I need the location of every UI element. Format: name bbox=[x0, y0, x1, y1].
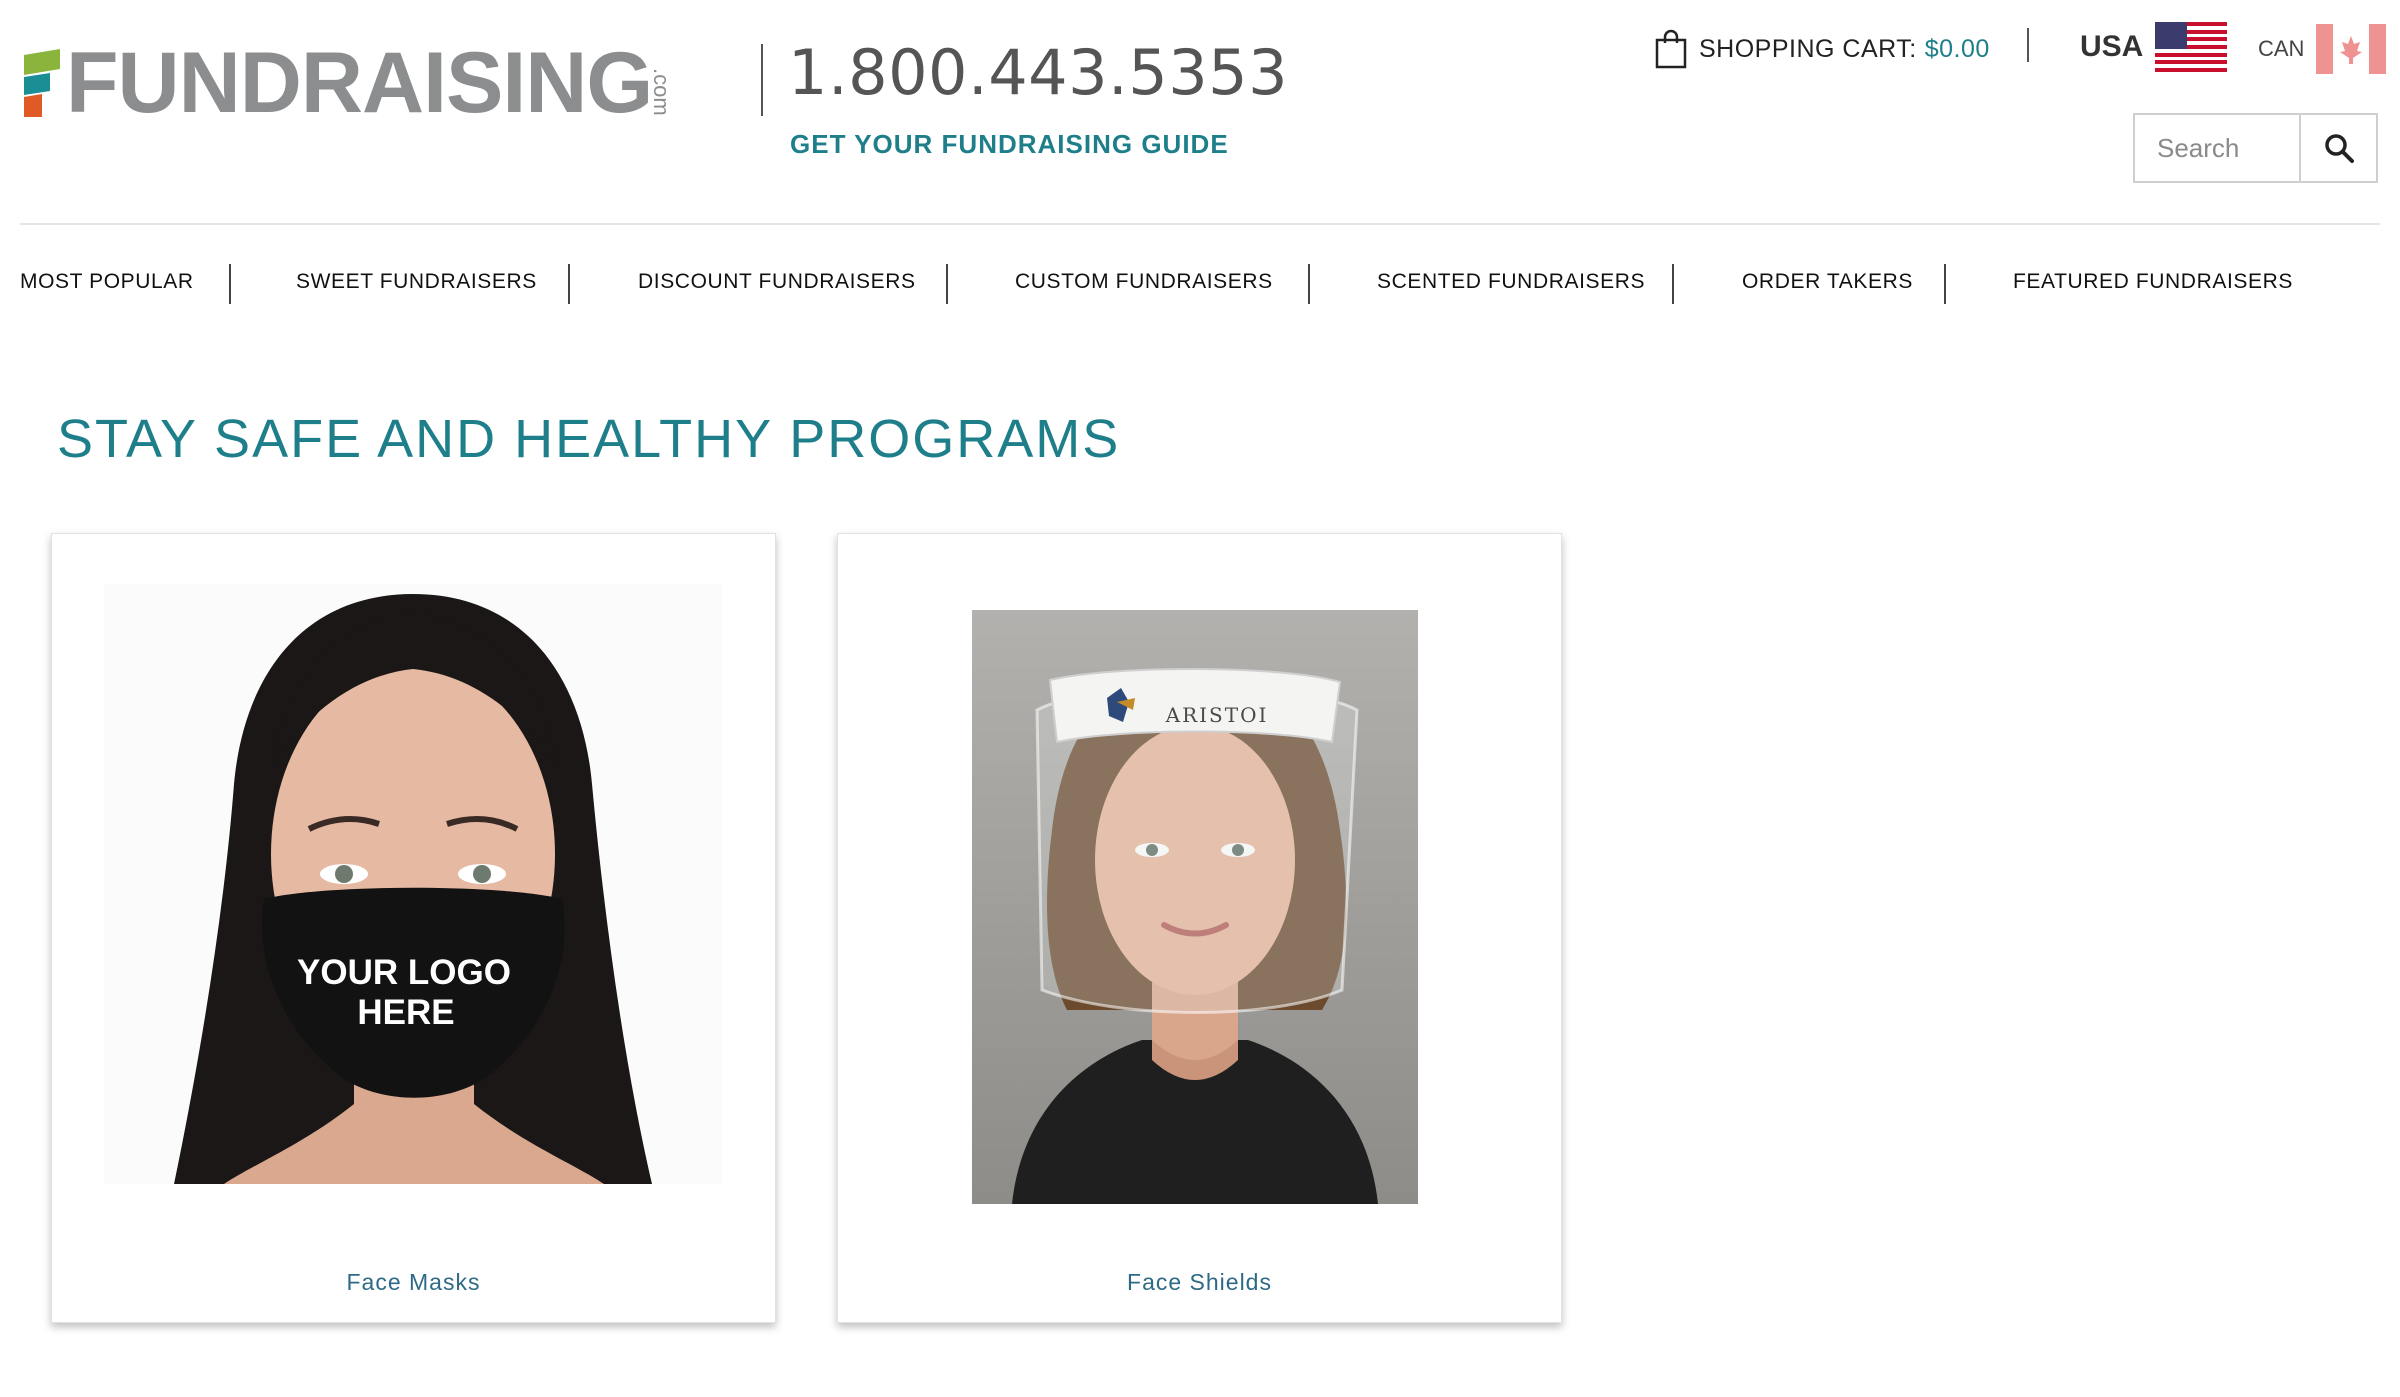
page: FUNDRAISING .com 1.800.443.5353 GET YOUR… bbox=[0, 0, 2400, 1397]
region-can-label: CAN bbox=[2258, 36, 2305, 61]
canada-flag-icon bbox=[2316, 24, 2387, 74]
region-can-link[interactable]: CAN bbox=[2258, 24, 2387, 74]
utility-divider bbox=[2027, 28, 2029, 62]
nav-separator bbox=[1672, 264, 1674, 304]
usa-flag-icon bbox=[2155, 22, 2228, 72]
nav-item-scented-fundraisers[interactable]: SCENTED FUNDRAISERS bbox=[1377, 270, 1645, 294]
phone-number[interactable]: 1.800.443.5353 bbox=[788, 36, 1288, 109]
face-shield-image[interactable]: ARISTOI bbox=[972, 610, 1418, 1204]
logo-text: FUNDRAISING bbox=[66, 34, 653, 131]
logo-suffix: .com bbox=[649, 67, 675, 116]
fundraising-guide-link[interactable]: GET YOUR FUNDRAISING GUIDE bbox=[790, 129, 1229, 160]
cart-amount: $0.00 bbox=[1924, 34, 1990, 63]
search-box bbox=[2133, 113, 2378, 183]
product-card-face-masks[interactable]: YOUR LOGO HERE Face Masks bbox=[51, 533, 776, 1323]
search-button[interactable] bbox=[2299, 115, 2376, 181]
nav-item-most-popular[interactable]: MOST POPULAR bbox=[20, 270, 194, 294]
face-mask-illustration: YOUR LOGO HERE bbox=[104, 584, 722, 1184]
nav-item-sweet-fundraisers[interactable]: SWEET FUNDRAISERS bbox=[296, 270, 537, 294]
face-shield-illustration: ARISTOI bbox=[972, 610, 1418, 1204]
site-logo[interactable]: FUNDRAISING .com bbox=[20, 34, 676, 131]
search-input[interactable] bbox=[2135, 115, 2299, 181]
face-mask-image[interactable]: YOUR LOGO HERE bbox=[104, 584, 722, 1184]
nav-separator bbox=[946, 264, 948, 304]
mask-logo-line-1: YOUR LOGO bbox=[297, 953, 511, 992]
cart-label: SHOPPING CART: bbox=[1699, 34, 1917, 63]
header-rule bbox=[20, 223, 2380, 225]
face-shields-link[interactable]: Face Shields bbox=[838, 1269, 1561, 1296]
product-card-face-shields[interactable]: ARISTOI Face Shields bbox=[837, 533, 1562, 1323]
nav-item-discount-fundraisers[interactable]: DISCOUNT FUNDRAISERS bbox=[638, 270, 916, 294]
header-divider bbox=[761, 44, 763, 116]
shield-brand-text: ARISTOI bbox=[1165, 703, 1269, 727]
nav-item-custom-fundraisers[interactable]: CUSTOM FUNDRAISERS bbox=[1015, 270, 1273, 294]
mask-logo-line-2: HERE bbox=[357, 993, 454, 1032]
nav-separator bbox=[229, 264, 231, 304]
region-usa-label: USA bbox=[2080, 30, 2144, 63]
shopping-cart-link[interactable]: SHOPPING CART: $0.00 bbox=[1655, 28, 1990, 70]
nav-separator bbox=[1944, 264, 1946, 304]
nav-item-order-takers[interactable]: ORDER TAKERS bbox=[1742, 270, 1913, 294]
nav-separator bbox=[1308, 264, 1310, 304]
main-nav: MOST POPULAR SWEET FUNDRAISERS DISCOUNT … bbox=[20, 262, 2380, 306]
region-usa-link[interactable]: USA bbox=[2080, 22, 2228, 72]
logo-mark-icon bbox=[24, 48, 60, 117]
search-icon bbox=[2324, 134, 2354, 163]
section-title: STAY SAFE AND HEALTHY PROGRAMS bbox=[57, 409, 1121, 469]
face-masks-link[interactable]: Face Masks bbox=[52, 1269, 775, 1296]
nav-item-featured-fundraisers[interactable]: FEATURED FUNDRAISERS bbox=[2013, 270, 2293, 294]
shopping-bag-icon bbox=[1655, 29, 1687, 69]
nav-separator bbox=[568, 264, 570, 304]
